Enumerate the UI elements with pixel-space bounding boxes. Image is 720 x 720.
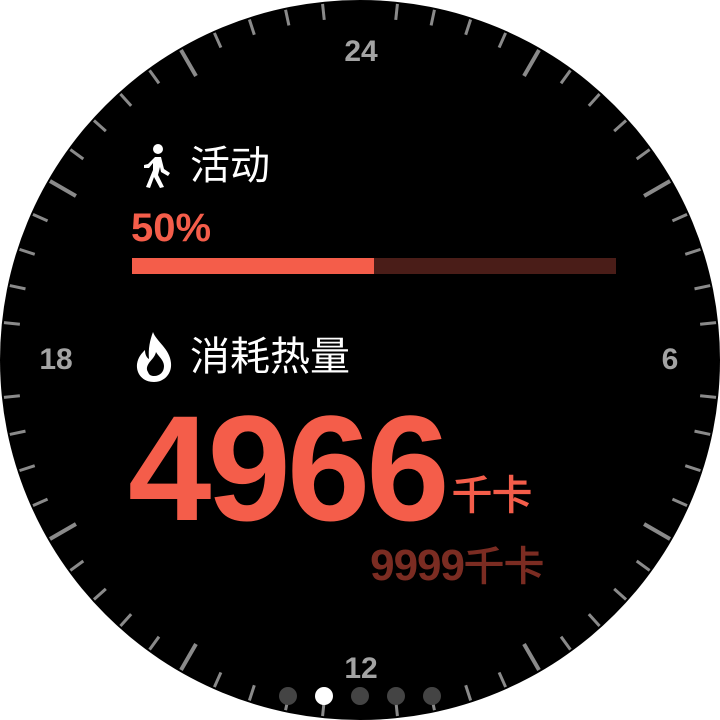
minor-tick: [699, 394, 717, 399]
minor-tick: [635, 148, 651, 161]
minor-tick: [671, 213, 688, 223]
minor-tick: [213, 671, 223, 688]
minor-tick: [684, 247, 701, 256]
page-dot[interactable]: [423, 687, 441, 705]
major-tick: [179, 48, 198, 77]
minor-tick: [497, 32, 507, 49]
page-dot-active[interactable]: [315, 687, 333, 705]
calorie-goal-value: 9999: [370, 541, 465, 590]
minor-tick: [32, 213, 49, 223]
minor-tick: [247, 19, 256, 36]
minor-tick: [694, 429, 711, 436]
tick-ring: [3, 3, 717, 717]
minor-tick: [559, 635, 572, 651]
minor-tick: [69, 559, 85, 572]
minor-tick: [559, 69, 572, 85]
minor-tick: [464, 684, 473, 701]
flame-icon: [136, 332, 172, 382]
activity-progress-fill: [132, 258, 374, 274]
calorie-unit: 千卡: [452, 473, 532, 519]
minor-tick: [3, 321, 21, 326]
calorie-header[interactable]: 消耗热量: [132, 329, 350, 385]
major-tick: [522, 643, 541, 672]
minor-tick: [394, 3, 399, 21]
minor-tick: [671, 497, 688, 507]
major-tick: [48, 522, 77, 541]
hour-label-6: 6: [661, 343, 679, 376]
minor-tick: [92, 119, 107, 133]
minor-tick: [464, 19, 473, 36]
major-tick: [179, 643, 198, 672]
calorie-value: 4966: [128, 384, 450, 552]
minor-tick: [613, 587, 628, 601]
hour-label-12: 12: [344, 652, 378, 685]
minor-tick: [429, 9, 436, 26]
minor-tick: [3, 394, 21, 399]
calorie-goal: 9999 千卡: [370, 540, 544, 593]
minor-tick: [497, 671, 507, 688]
minor-tick: [321, 3, 326, 21]
minor-tick: [213, 32, 223, 49]
page-dot[interactable]: [279, 687, 297, 705]
calorie-label: 消耗热量: [190, 334, 350, 380]
major-tick: [643, 522, 672, 541]
minor-tick: [587, 613, 601, 628]
minor-tick: [9, 429, 26, 436]
minor-tick: [148, 635, 161, 651]
minor-tick: [587, 92, 601, 107]
minor-tick: [684, 464, 701, 473]
minor-tick: [247, 684, 256, 701]
minor-tick: [19, 464, 36, 473]
major-tick: [48, 179, 77, 198]
page-dot[interactable]: [351, 687, 369, 705]
minor-tick: [9, 284, 26, 291]
minor-tick: [19, 247, 36, 256]
minor-tick: [694, 284, 711, 291]
page-dot[interactable]: [387, 687, 405, 705]
watch-screen: 24 6 12 18 活动 50% 消耗热量 4966 千卡 9999 千卡: [0, 0, 720, 720]
activity-progress-bar: [132, 258, 616, 274]
watch-face: 24 6 12 18 活动 50% 消耗热量 4966 千卡 9999 千卡: [0, 0, 720, 720]
minor-tick: [613, 119, 628, 133]
hour-label-18: 18: [39, 343, 73, 376]
activity-header[interactable]: 活动: [136, 140, 270, 192]
minor-tick: [284, 9, 291, 26]
minor-tick: [148, 69, 161, 85]
hour-label-24: 24: [344, 35, 378, 68]
minor-tick: [69, 148, 85, 161]
activity-percent: 50%: [131, 206, 212, 250]
minor-tick: [635, 559, 651, 572]
major-tick: [522, 48, 541, 77]
minor-tick: [92, 587, 107, 601]
major-tick: [643, 179, 672, 198]
minor-tick: [32, 497, 49, 507]
activity-label: 活动: [190, 143, 270, 189]
minor-tick: [699, 321, 717, 326]
walking-person-icon: [144, 144, 170, 188]
minor-tick: [119, 613, 133, 628]
calorie-goal-unit: 千卡: [464, 544, 544, 590]
page-indicator[interactable]: [279, 687, 441, 705]
minor-tick: [119, 92, 133, 107]
